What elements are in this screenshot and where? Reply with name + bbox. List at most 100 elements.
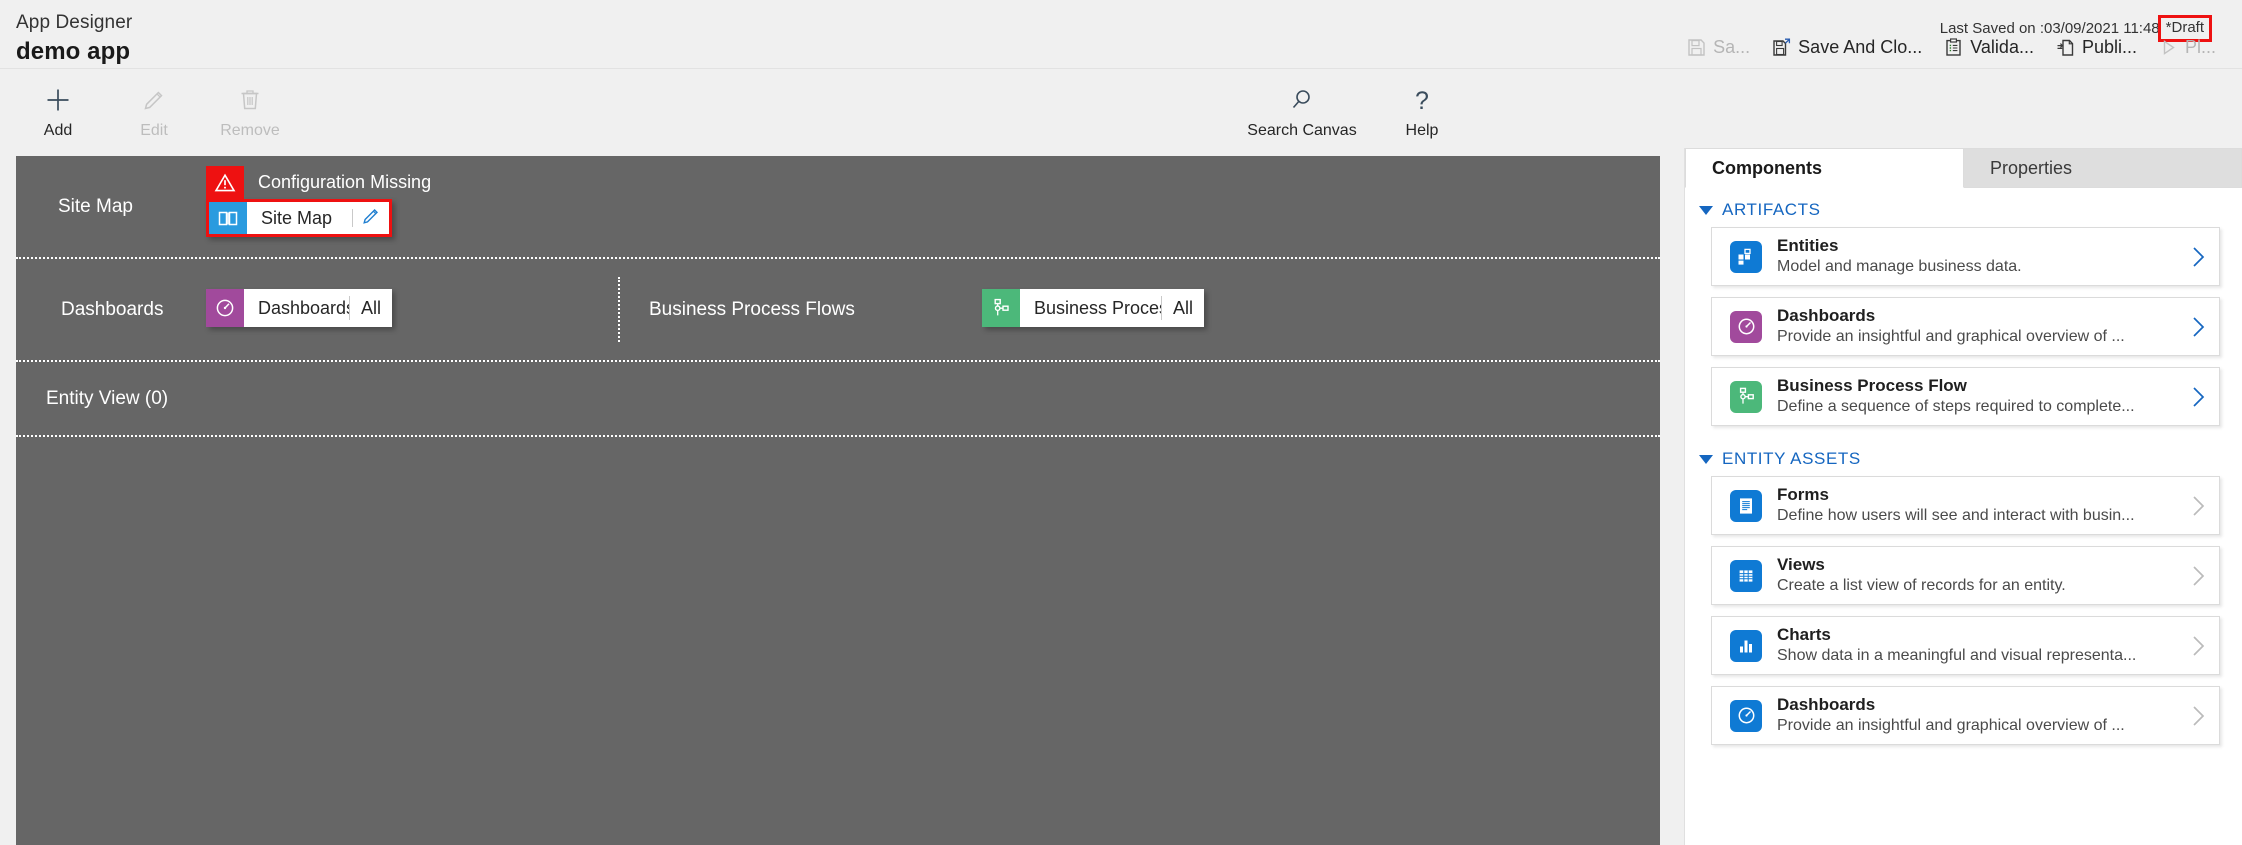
svg-text:?: ? xyxy=(1415,87,1429,114)
remove-button[interactable]: Remove xyxy=(202,77,298,140)
validate-label: Valida... xyxy=(1970,37,2034,57)
search-icon xyxy=(1288,85,1316,115)
canvas-row-label-entity-view: Entity View (0) xyxy=(46,387,169,409)
views-grid-icon xyxy=(1730,559,1762,592)
component-card-business-process-flow[interactable]: Business Process Flow Define a sequence … xyxy=(1711,367,2220,426)
warning-triangle-icon xyxy=(206,166,244,199)
process-flow-icon xyxy=(982,289,1020,327)
card-desc-dashboards-artifact: Provide an insightful and graphical over… xyxy=(1777,327,2125,345)
publish-label: Publi... xyxy=(2081,37,2137,57)
card-text-block: Entities Model and manage business data. xyxy=(1777,235,2177,277)
bpf-tile-scope: All xyxy=(1161,289,1204,327)
chevron-right-icon[interactable] xyxy=(2177,385,2219,409)
save-and-close-icon xyxy=(1772,38,1791,57)
chevron-right-icon[interactable] xyxy=(2177,634,2219,658)
add-button-label: Add xyxy=(43,122,73,139)
card-title-dashboards-artifact: Dashboards xyxy=(1777,306,1876,326)
bpf-tile-title: Business Proces... xyxy=(1020,289,1161,327)
dashboards-tile-title: Dashboards xyxy=(244,289,349,327)
add-button[interactable]: Add xyxy=(10,77,106,140)
card-desc-entities: Model and manage business data. xyxy=(1777,257,2022,275)
search-canvas-button[interactable]: Search Canvas xyxy=(1232,77,1372,140)
question-mark-icon: ? xyxy=(1408,85,1436,115)
business-process-flow-tile[interactable]: Business Proces... All xyxy=(982,289,1204,327)
card-desc-views: Create a list view of records for an ent… xyxy=(1777,576,2066,594)
bpf-tile-group: Business Proces... All xyxy=(982,289,1204,327)
chevron-down-icon xyxy=(1699,205,1713,215)
section-header-entity-assets[interactable]: ENTITY ASSETS xyxy=(1685,437,2242,476)
sitemap-book-icon xyxy=(209,202,247,234)
card-text-block: Views Create a list view of records for … xyxy=(1777,554,2177,596)
canvas-row-label-bpf: Business Process Flows xyxy=(649,298,855,320)
edit-button[interactable]: Edit xyxy=(106,77,202,140)
validate-button[interactable]: Valida... xyxy=(1934,33,2046,62)
app-header: App Designer demo app Last Saved on :03/… xyxy=(0,0,2242,68)
command-bar: Add Edit Remove Search Canvas ? Help xyxy=(0,68,2242,156)
card-title-entities: Entities xyxy=(1777,236,1839,256)
component-card-dashboards-entity-asset[interactable]: Dashboards Provide an insightful and gra… xyxy=(1711,686,2220,745)
app-name-title: demo app xyxy=(16,38,131,65)
app-designer-label: App Designer xyxy=(16,12,133,33)
publish-button[interactable]: Publi... xyxy=(2046,33,2149,62)
play-button[interactable]: Pl... xyxy=(2149,33,2228,62)
process-flow-icon xyxy=(1730,380,1762,413)
canvas-row-sitemap: Site Map Configuration Missing Site Map xyxy=(16,156,1660,259)
chevron-right-icon[interactable] xyxy=(2177,494,2219,518)
panel-tabs: Components Properties xyxy=(1685,148,2242,188)
remove-button-label: Remove xyxy=(220,122,280,139)
canvas-row-entity-view: Entity View (0) xyxy=(16,362,1660,437)
dashboard-gauge-icon xyxy=(1730,699,1762,732)
trash-icon xyxy=(236,85,264,115)
play-label: Pl... xyxy=(2184,37,2216,57)
card-text-block: Business Process Flow Define a sequence … xyxy=(1777,375,2177,417)
save-and-close-label: Save And Clo... xyxy=(1798,37,1923,57)
forms-icon xyxy=(1730,489,1762,522)
component-card-dashboards-artifact[interactable]: Dashboards Provide an insightful and gra… xyxy=(1711,297,2220,356)
card-desc-charts: Show data in a meaningful and visual rep… xyxy=(1777,646,2137,664)
save-and-close-button[interactable]: Save And Clo... xyxy=(1762,33,1934,62)
component-card-forms[interactable]: Forms Define how users will see and inte… xyxy=(1711,476,2220,535)
card-title-charts: Charts xyxy=(1777,625,1831,645)
sitemap-edit-button[interactable] xyxy=(353,202,389,234)
dashboard-gauge-icon xyxy=(1730,310,1762,343)
canvas-row-dashboards: Dashboards Dashboards All Business Proce… xyxy=(16,259,1660,362)
card-desc-business-process-flow: Define a sequence of steps required to c… xyxy=(1777,397,2135,415)
card-title-dashboards-entity-asset: Dashboards xyxy=(1777,695,1876,715)
canvas-row-label-dashboards: Dashboards xyxy=(61,298,164,320)
card-desc-forms: Define how users will see and interact w… xyxy=(1777,506,2135,524)
chevron-right-icon[interactable] xyxy=(2177,315,2219,339)
tab-properties[interactable]: Properties xyxy=(1964,148,2242,188)
tab-components-label: Components xyxy=(1712,157,1822,178)
tab-properties-label: Properties xyxy=(1990,157,2073,178)
sitemap-tile-title: Site Map xyxy=(247,202,352,234)
component-card-charts[interactable]: Charts Show data in a meaningful and vis… xyxy=(1711,616,2220,675)
card-text-block: Dashboards Provide an insightful and gra… xyxy=(1777,694,2177,736)
dashboard-gauge-icon xyxy=(206,289,244,327)
section-header-artifacts[interactable]: ARTIFACTS xyxy=(1685,188,2242,227)
chevron-right-icon[interactable] xyxy=(2177,704,2219,728)
card-text-block: Dashboards Provide an insightful and gra… xyxy=(1777,305,2177,347)
dashboards-tile-scope: All xyxy=(349,289,392,327)
component-card-views[interactable]: Views Create a list view of records for … xyxy=(1711,546,2220,605)
tab-components[interactable]: Components xyxy=(1685,148,1964,188)
chevron-down-icon xyxy=(1699,454,1713,464)
help-button[interactable]: ? Help xyxy=(1372,77,1472,140)
card-text-block: Charts Show data in a meaningful and vis… xyxy=(1777,624,2177,666)
sitemap-tile[interactable]: Site Map xyxy=(206,199,392,237)
save-button-label: Sa... xyxy=(1713,37,1751,57)
card-text-block: Forms Define how users will see and inte… xyxy=(1777,484,2177,526)
card-title-forms: Forms xyxy=(1777,485,1829,505)
right-panel: Components Properties ARTIFACTS Entities… xyxy=(1684,148,2242,845)
entities-grid-icon xyxy=(1730,240,1762,273)
chevron-right-icon[interactable] xyxy=(2177,564,2219,588)
configuration-missing-warning: Configuration Missing xyxy=(206,166,431,199)
publish-icon xyxy=(2056,38,2075,57)
pencil-edit-icon xyxy=(361,206,381,231)
section-title-artifacts: ARTIFACTS xyxy=(1722,200,1821,219)
section-title-entity-assets: ENTITY ASSETS xyxy=(1722,449,1861,468)
header-action-bar: Sa... Save And Clo... Valida... Publi... xyxy=(1677,33,2228,62)
save-button[interactable]: Sa... xyxy=(1677,33,1762,62)
dashboards-tile[interactable]: Dashboards All xyxy=(206,289,392,327)
chevron-right-icon[interactable] xyxy=(2177,245,2219,269)
component-card-entities[interactable]: Entities Model and manage business data. xyxy=(1711,227,2220,286)
